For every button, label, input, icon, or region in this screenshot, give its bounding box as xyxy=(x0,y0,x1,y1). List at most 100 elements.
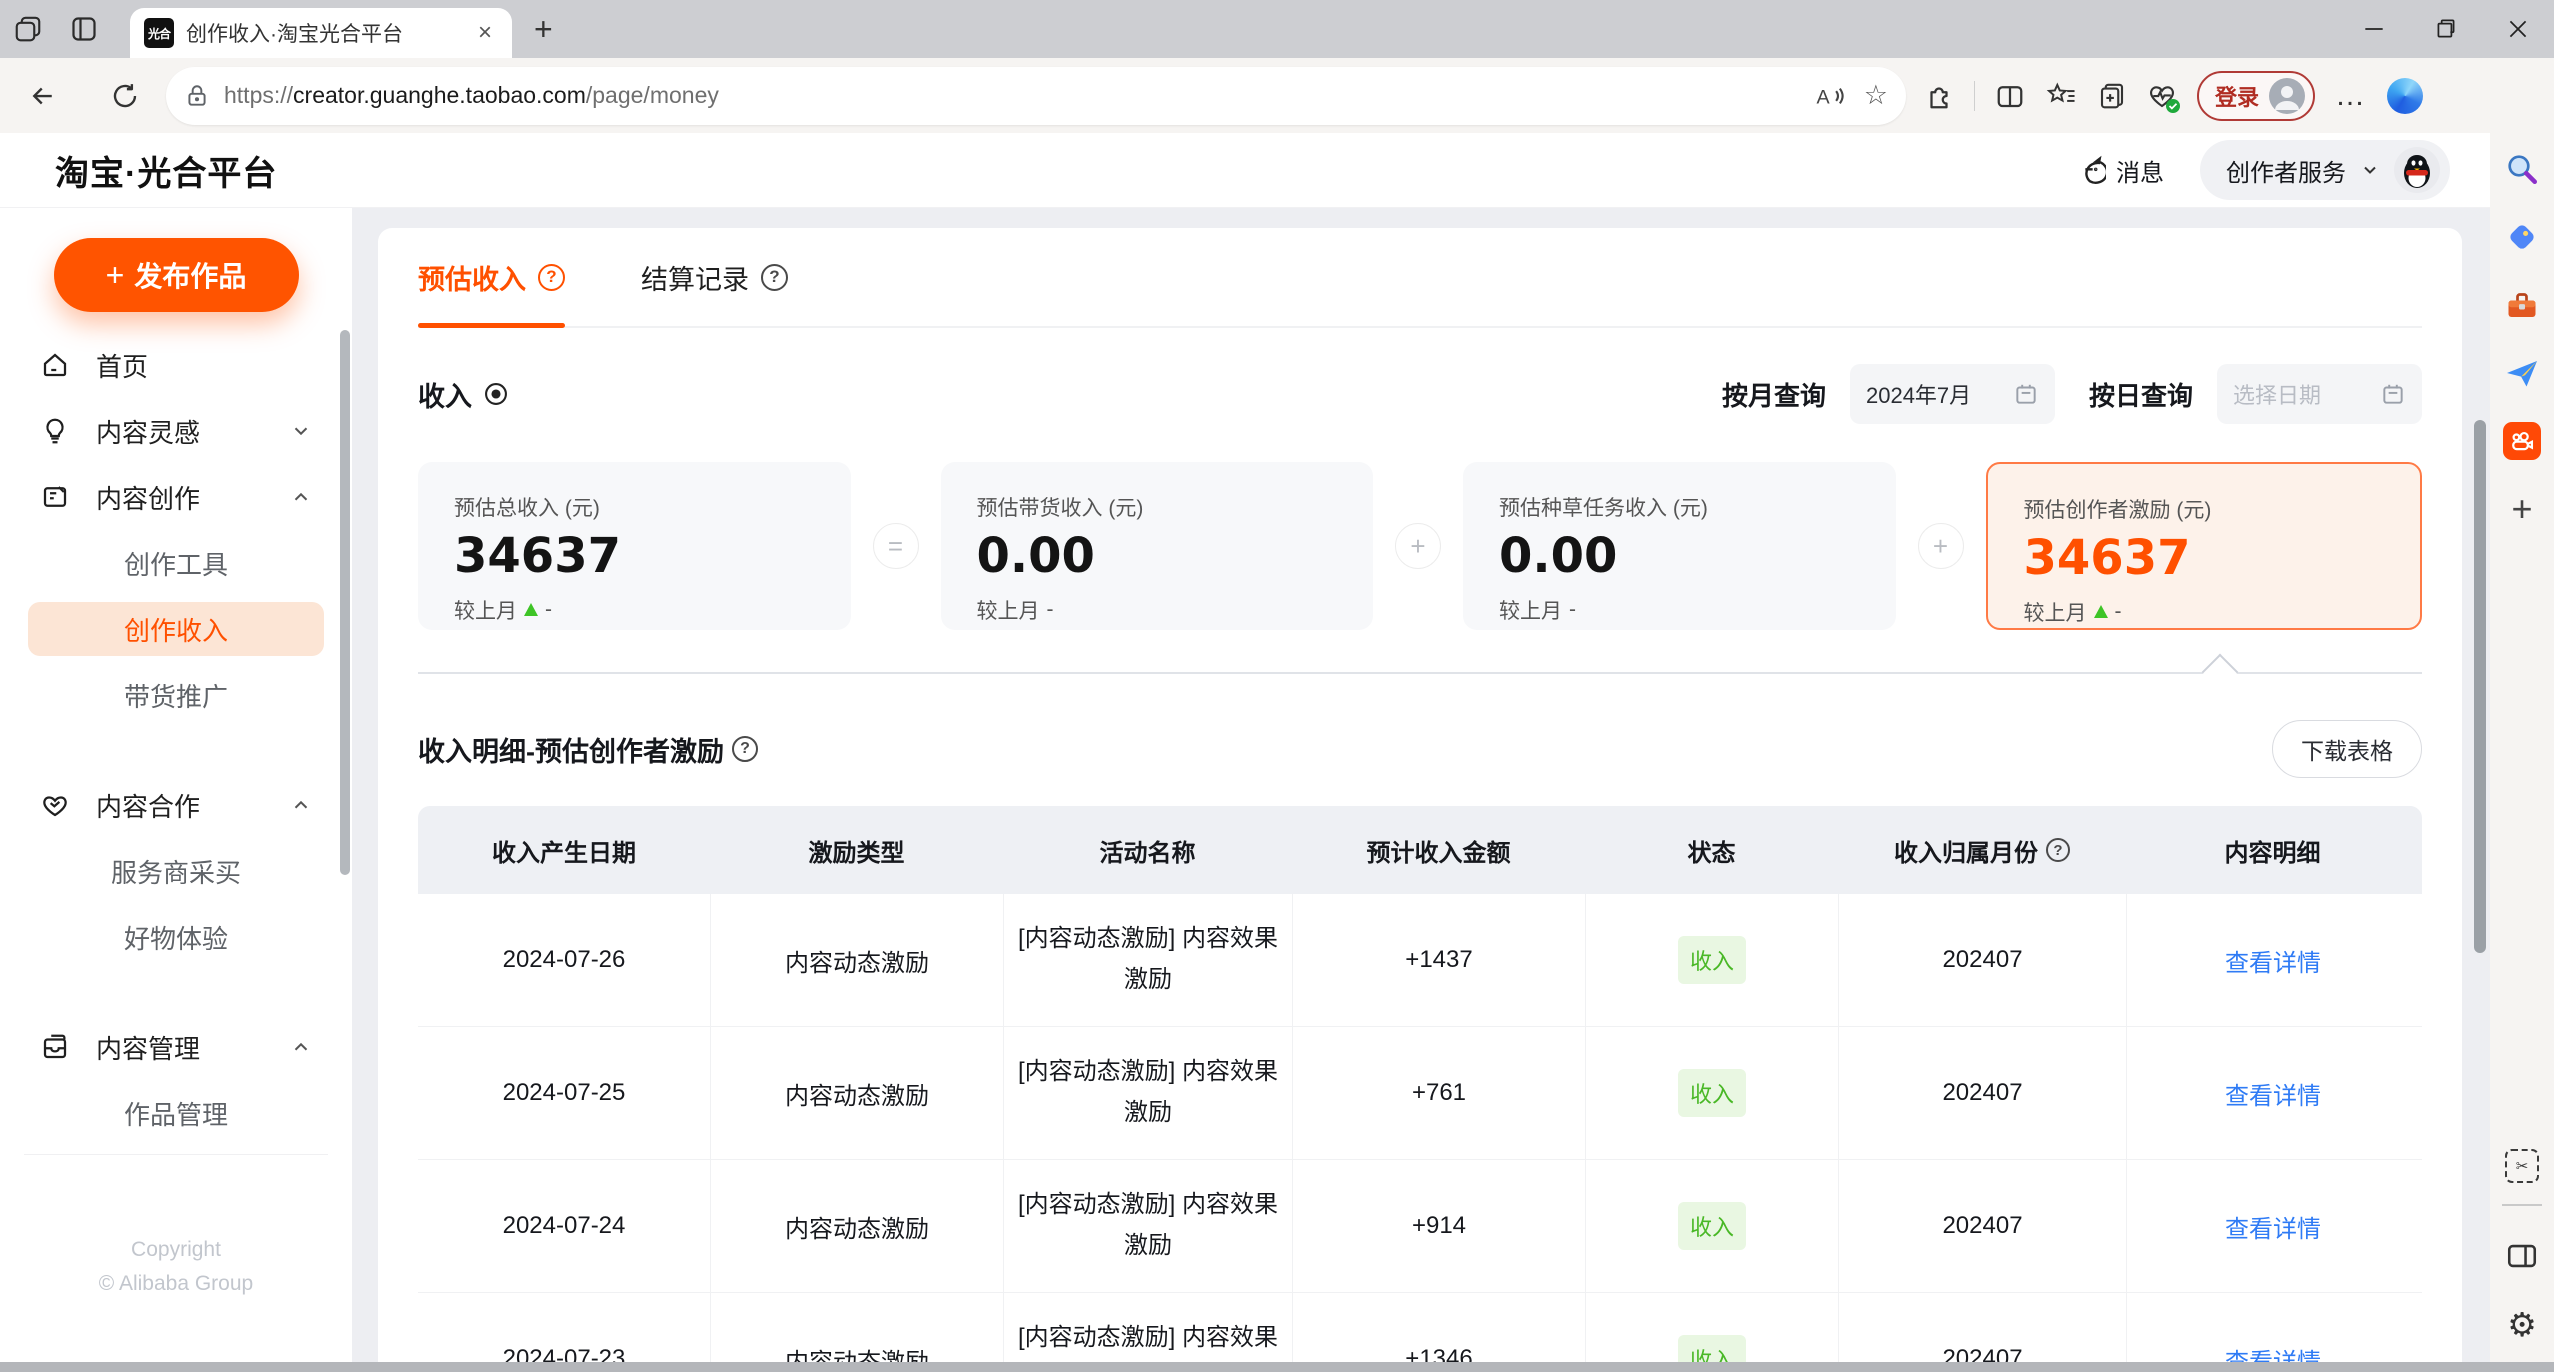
calendar-icon xyxy=(2016,384,2036,404)
help-icon[interactable]: ? xyxy=(761,263,788,291)
login-button[interactable]: 登录 xyxy=(2197,70,2316,121)
cell-activity: [内容动态激励] 内容效果激励 xyxy=(1003,1027,1292,1159)
help-icon[interactable]: ? xyxy=(732,736,758,762)
sidebar-item-service-purchase[interactable]: 服务商采买 xyxy=(28,844,324,898)
sidebar-tools-icon[interactable] xyxy=(2500,283,2544,327)
tab-settlement-records[interactable]: 结算记录 ? xyxy=(641,228,788,326)
sidebar-search-icon[interactable] xyxy=(2500,147,2544,191)
sidebar-scrollbar[interactable] xyxy=(340,330,350,875)
new-tab-button[interactable]: + xyxy=(534,11,553,48)
read-aloud-icon[interactable]: A xyxy=(1814,81,1846,111)
cell-status: 收入 xyxy=(1585,1293,1838,1362)
month-query-label: 按月查询 xyxy=(1721,380,1826,411)
sidebar-shopping-icon[interactable] xyxy=(2500,215,2544,259)
page-scrollbar[interactable] xyxy=(2474,420,2486,953)
settings-gear-icon[interactable]: ⚙ xyxy=(2500,1302,2544,1346)
site-header: 淘宝·光合平台 消息 创作者服务 xyxy=(0,133,2490,208)
messages-label: 消息 xyxy=(2116,159,2164,187)
column-header: 内容明细 xyxy=(2224,839,2321,867)
card-creator-incentive[interactable]: 预估创作者激励 (元) 34637 较上月 - xyxy=(1985,462,2422,630)
copilot-icon[interactable] xyxy=(2387,77,2424,114)
view-details-link[interactable]: 查看详情 xyxy=(2225,943,2321,978)
help-icon[interactable]: ? xyxy=(538,263,565,291)
tab-label: 结算记录 xyxy=(641,264,749,295)
status-badge: 收入 xyxy=(1677,936,1746,984)
tab-actions-icon[interactable] xyxy=(56,7,112,51)
card-compare: 较上月 - xyxy=(454,597,552,623)
creator-service-menu[interactable]: 创作者服务 xyxy=(2200,140,2450,200)
sidebar-item-creation-tools[interactable]: 创作工具 xyxy=(28,536,324,590)
card-sales-income[interactable]: 预估带货收入 (元) 0.00 较上月 - xyxy=(940,462,1373,630)
sidebar-add-icon[interactable]: + xyxy=(2500,487,2544,531)
settings-more-icon[interactable]: … xyxy=(2335,79,2367,113)
sidebar-send-icon[interactable] xyxy=(2500,351,2544,395)
browser-essentials-icon[interactable] xyxy=(2147,81,2180,113)
cell-type: 内容动态激励 xyxy=(710,1160,1003,1292)
card-seeding-task-income[interactable]: 预估种草任务收入 (元) 0.00 较上月 - xyxy=(1463,462,1896,630)
month-picker-input[interactable]: 2024年7月 xyxy=(1849,364,2055,424)
screenshot-icon[interactable]: ✂ xyxy=(2500,1144,2544,1188)
screen: 光合 创作收入·淘宝光合平台 × + https://creator.guang… xyxy=(0,0,2554,1372)
sidebar-group-creation[interactable]: 内容创作 xyxy=(28,470,324,524)
site-logo[interactable]: 淘宝·光合平台 xyxy=(55,146,277,195)
refresh-icon[interactable] xyxy=(96,69,154,123)
view-details-link[interactable]: 查看详情 xyxy=(2225,1076,2321,1111)
home-label: 首页 xyxy=(96,351,149,382)
tab-close-icon[interactable]: × xyxy=(472,19,498,47)
sidebar-item-home[interactable]: 首页 xyxy=(28,338,324,392)
selected-card-pointer-divider xyxy=(418,653,2422,698)
cell-status: 收入 xyxy=(1585,1027,1838,1159)
favorite-star-icon[interactable]: ☆ xyxy=(1864,80,1888,111)
collections-icon[interactable] xyxy=(2097,81,2127,111)
income-table: 收入产生日期 激励类型 活动名称 预计收入金额 状态 收入归属月份 ? 内容明细… xyxy=(418,806,2422,1362)
cell-amount: +1437 xyxy=(1292,894,1585,1026)
back-icon[interactable] xyxy=(14,69,72,123)
column-header: 状态 xyxy=(1687,839,1736,867)
browser-tab[interactable]: 光合 创作收入·淘宝光合平台 × xyxy=(130,8,512,58)
up-arrow-icon xyxy=(524,603,538,617)
user-avatar[interactable] xyxy=(2394,147,2440,193)
close-button[interactable] xyxy=(2482,0,2554,58)
minimize-button[interactable] xyxy=(2338,0,2410,58)
favorites-icon[interactable] xyxy=(2045,81,2077,111)
help-icon[interactable]: ? xyxy=(2046,838,2070,862)
download-table-button[interactable]: 下载表格 xyxy=(2272,720,2422,778)
cell-date: 2024-07-23 xyxy=(502,1345,626,1362)
tab-estimated-income[interactable]: 预估收入 ? xyxy=(418,228,565,328)
workspaces-icon[interactable] xyxy=(0,7,56,51)
view-details-link[interactable]: 查看详情 xyxy=(2225,1342,2321,1363)
sidebar-group-inspiration[interactable]: 内容灵感 xyxy=(28,404,324,458)
edit-box-icon xyxy=(43,486,67,507)
card-title: 预估总收入 (元) xyxy=(454,497,600,520)
cell-date: 2024-07-25 xyxy=(502,1079,626,1106)
sidebar-group-management[interactable]: 内容管理 xyxy=(28,1020,324,1074)
cell-activity: [内容动态激励] 内容效果激励 xyxy=(1003,1293,1292,1362)
url-bar[interactable]: https://creator.guanghe.taobao.com/page/… xyxy=(166,66,1906,125)
site-favicon: 光合 xyxy=(144,18,174,48)
side-panel-icon[interactable] xyxy=(2500,1234,2544,1278)
group-label: 内容灵感 xyxy=(96,417,201,448)
sidebar-item-creation-income[interactable]: 创作收入 xyxy=(28,602,324,656)
view-details-link[interactable]: 查看详情 xyxy=(2225,1209,2321,1244)
sidebar-kuaishou-icon[interactable] xyxy=(2500,419,2544,463)
split-screen-icon[interactable] xyxy=(1995,81,2025,111)
column-header: 激励类型 xyxy=(808,839,905,867)
publish-work-button[interactable]: + 发布作品 xyxy=(53,238,299,312)
sidebar-item-promotion[interactable]: 带货推广 xyxy=(28,668,324,722)
cell-status: 收入 xyxy=(1585,894,1838,1026)
card-total-income[interactable]: 预估总收入 (元) 34637 较上月 - xyxy=(418,462,851,630)
window-controls xyxy=(2338,0,2554,58)
sidebar-item-works-management[interactable]: 作品管理 xyxy=(28,1086,324,1140)
home-icon xyxy=(43,353,67,377)
extensions-icon[interactable] xyxy=(1924,81,1954,111)
card-compare: 较上月 - xyxy=(2023,599,2122,625)
sidebar-item-product-trial[interactable]: 好物体验 xyxy=(28,910,324,964)
card-compare: 较上月 - xyxy=(976,597,1054,623)
url-text: https://creator.guanghe.taobao.com/page/… xyxy=(224,82,719,108)
eye-icon[interactable] xyxy=(482,380,510,408)
sidebar-group-cooperation[interactable]: 内容合作 xyxy=(28,778,324,832)
card-title: 预估带货收入 (元) xyxy=(976,497,1144,520)
day-picker-input[interactable]: 选择日期 xyxy=(2217,364,2422,424)
restore-button[interactable] xyxy=(2410,0,2482,58)
messages-button[interactable]: 消息 xyxy=(2074,153,2164,188)
